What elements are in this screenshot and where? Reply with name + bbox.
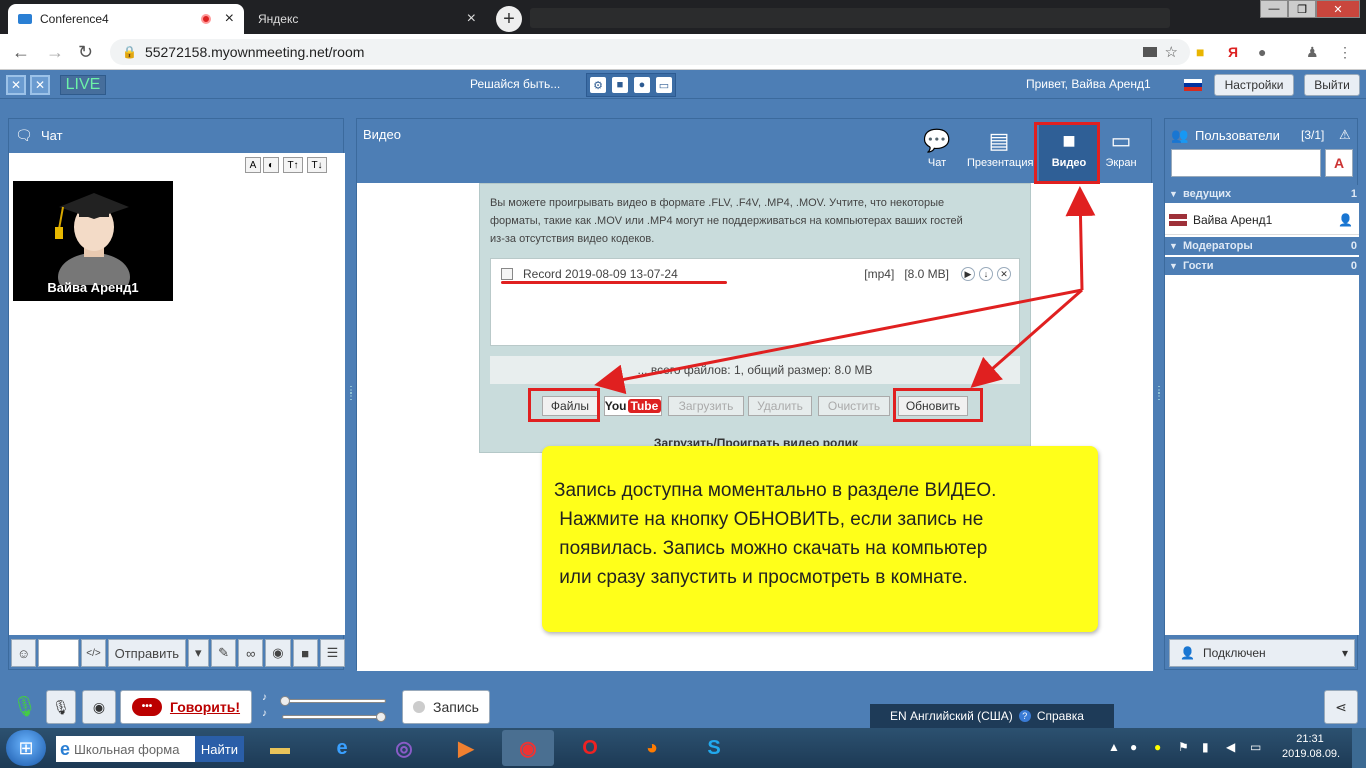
search-input[interactable]: Школьная форма [74, 742, 179, 757]
windows-logo-icon: ⊞ [18, 737, 34, 758]
help-label: Справка [1036, 709, 1084, 723]
mic-gain-slider-handle[interactable] [376, 712, 386, 722]
users-count: [3/1] [1301, 128, 1325, 142]
annotation-arrows [594, 186, 1096, 395]
group-name: ведущих [1183, 188, 1232, 200]
user-row[interactable]: Вайва Аренд1 👤 [1165, 205, 1359, 235]
record-label: Запись [433, 699, 479, 715]
callout-line: Нажмите на кнопку ОБНОВИТЬ, если запись … [554, 509, 984, 530]
internet-explorer-icon[interactable]: e [316, 730, 368, 766]
windows-taskbar: ⊞ e Школьная форма Найти ▬ e ◎ ▶ ◉ O ◕ S… [0, 728, 1366, 768]
group-name: Модераторы [1183, 240, 1253, 252]
webcam-icon: ◉ [92, 698, 106, 715]
taskbar-search[interactable]: e Школьная форма Найти [56, 736, 244, 762]
ie-logo-icon: e [60, 738, 71, 759]
volume-icon[interactable]: ◀ [1226, 740, 1235, 754]
viber-icon[interactable]: ◎ [378, 730, 430, 766]
search-button[interactable]: Найти [194, 736, 244, 762]
record-button[interactable]: Запись [402, 690, 490, 724]
group-count: 1 [1350, 188, 1357, 200]
speak-button[interactable]: ••• Говорить! [120, 690, 252, 724]
tray-app-icon[interactable]: ● [1130, 740, 1137, 754]
connection-status-dropdown[interactable]: 👤 Подключен ▾ [1169, 639, 1355, 667]
share-icon: ⋖ [1335, 698, 1347, 715]
start-button[interactable]: ⊞ [6, 730, 46, 766]
skype-icon[interactable]: S [688, 730, 740, 766]
speech-bubble-icon: ••• [131, 698, 162, 716]
status-label: Подключен [1202, 646, 1266, 660]
group-count: 0 [1350, 260, 1357, 272]
clock-time: 21:31 [1296, 733, 1324, 745]
users-list: ▼ ведущих 1 Вайва Аренд1 👤 ▼ Модераторы 0 ▼ Г… [1165, 185, 1359, 635]
media-player-icon[interactable]: ▶ [440, 730, 492, 766]
callout-line: появилась. Запись можно скачать на компь… [554, 538, 988, 559]
group-hosts[interactable]: ▼ ведущих 1 [1165, 185, 1359, 203]
webcam-button[interactable]: ◉ [82, 690, 116, 724]
record-dot-icon [413, 701, 426, 713]
latvian-flag-icon [1169, 213, 1187, 226]
opera-icon[interactable]: O [564, 730, 616, 766]
language-bar[interactable]: EN Английский (США) ? Справка [870, 704, 1114, 728]
callout-line: или сразу запустить и просмотреть в комн… [554, 567, 968, 588]
microphone-button[interactable]: 🎙 [46, 690, 76, 724]
show-desktop-button[interactable] [1352, 728, 1366, 768]
tray-app-icon[interactable]: ● [1154, 740, 1161, 754]
mic-gain-slider[interactable] [282, 715, 386, 719]
flag-icon[interactable]: ⚑ [1178, 740, 1189, 754]
user-person-icon: 👤 [1180, 646, 1195, 660]
sort-users-button[interactable]: A [1325, 149, 1353, 177]
users-title: Пользователи [1195, 128, 1280, 143]
speaker-icon: ♪ [262, 692, 267, 703]
group-moderators[interactable]: ▼ Модераторы 0 [1165, 237, 1359, 255]
network-signal-icon[interactable]: ▮ [1202, 740, 1209, 754]
speak-label: Говорить! [169, 699, 241, 715]
user-search-input[interactable] [1171, 149, 1321, 177]
room-bottom-bar: 🎙 🎙 ◉ ••• Говорить! ♪ ♪ Запись ⋖ [0, 686, 1366, 728]
group-name: Гости [1183, 260, 1214, 272]
user-name: Вайва Аренд1 [1193, 212, 1273, 227]
users-icon: 👥 [1171, 127, 1189, 143]
clock-date: 2019.08.09. [1282, 748, 1341, 760]
volume-slider[interactable] [282, 699, 386, 703]
arrow-to-video-tab [1065, 186, 1096, 291]
warning-icon[interactable]: ⚠ [1339, 127, 1351, 143]
battery-icon[interactable]: ▭ [1250, 740, 1261, 754]
chevron-down-icon: ▾ [1341, 646, 1348, 660]
arrow-to-refresh [970, 288, 1083, 388]
firefox-icon[interactable]: ◕ [626, 730, 678, 766]
instruction-callout: Запись доступна моментально в разделе ВИ… [542, 446, 1098, 632]
volume-slider-handle[interactable] [280, 696, 290, 706]
tray-expand-icon[interactable]: ▲ [1108, 740, 1120, 754]
microphone-small-icon: ♪ [262, 708, 267, 719]
users-panel: 👥 Пользователи [3/1] ⚠ A ▼ ведущих 1 Вайва… [1164, 118, 1359, 670]
microphone-icon: 🎙 [52, 698, 70, 715]
arrow-to-files [594, 288, 1083, 395]
group-guests[interactable]: ▼ Гости 0 [1165, 257, 1359, 275]
language-label: EN Английский (США) [890, 709, 1013, 723]
chrome-icon[interactable]: ◉ [502, 730, 554, 766]
user-person-icon: 👤 [1338, 212, 1353, 227]
system-clock[interactable]: 21:31 2019.08.09. [1282, 732, 1341, 762]
file-explorer-icon[interactable]: ▬ [254, 730, 306, 766]
microphone-active-icon: 🎙 [12, 696, 38, 718]
callout-line: Запись доступна моментально в разделе ВИ… [554, 480, 997, 501]
help-icon: ? [1018, 710, 1031, 722]
group-count: 0 [1350, 240, 1357, 252]
share-button[interactable]: ⋖ [1324, 690, 1358, 724]
